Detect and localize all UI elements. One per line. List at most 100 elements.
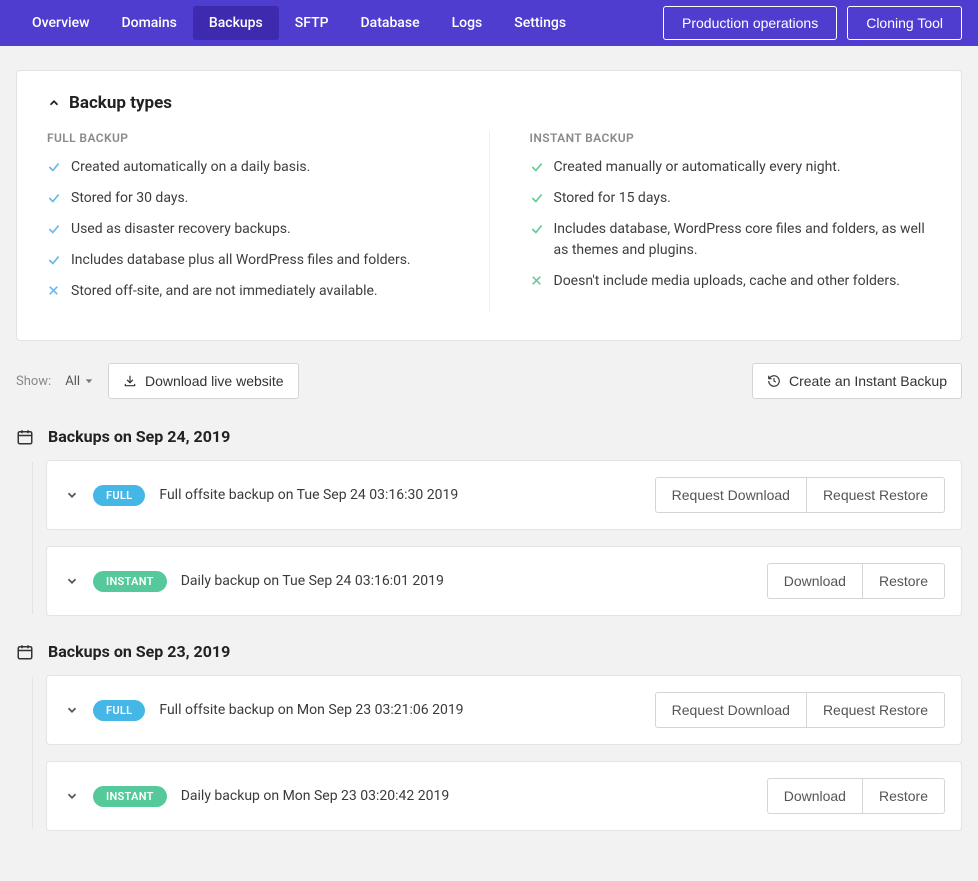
feature-text: Stored for 30 days. (71, 188, 188, 209)
x-icon (47, 284, 61, 302)
check-icon (530, 160, 544, 178)
request-restore-button[interactable]: Request Restore (807, 477, 945, 513)
feature-text: Includes database, WordPress core files … (554, 219, 932, 261)
cloning-tool-button[interactable]: Cloning Tool (847, 6, 962, 40)
request-download-button[interactable]: Request Download (655, 477, 807, 513)
full-backup-feature: Stored off-site, and are not immediately… (47, 281, 449, 302)
backup-type-badge: INSTANT (93, 786, 167, 807)
check-icon (530, 222, 544, 261)
backup-type-badge: INSTANT (93, 571, 167, 592)
full-backup-column: FULL BACKUP Created automatically on a d… (47, 131, 449, 312)
instant-backup-feature: Doesn't include media uploads, cache and… (530, 271, 932, 292)
expand-row-toggle[interactable] (65, 703, 79, 717)
instant-backup-feature: Created manually or automatically every … (530, 157, 932, 178)
backup-description: Full offsite backup on Mon Sep 23 03:21:… (159, 702, 463, 718)
nav-tab-domains[interactable]: Domains (105, 6, 192, 40)
top-nav: Overview Domains Backups SFTP Database L… (0, 0, 978, 46)
calendar-icon (16, 643, 34, 661)
show-filter-value: All (65, 374, 80, 389)
expand-row-toggle[interactable] (65, 789, 79, 803)
backup-actions: Download Restore (767, 778, 945, 814)
download-icon (123, 374, 137, 388)
backup-group-body: FULL Full offsite backup on Tue Sep 24 0… (46, 460, 962, 616)
show-label: Show: (16, 374, 51, 389)
backup-group-head: Backups on Sep 24, 2019 (16, 427, 962, 446)
backup-type-badge: FULL (93, 700, 145, 721)
feature-text: Created automatically on a daily basis. (71, 157, 310, 178)
nav-tab-sftp[interactable]: SFTP (279, 6, 345, 40)
instant-backup-heading: INSTANT BACKUP (530, 131, 932, 145)
backup-group-head: Backups on Sep 23, 2019 (16, 642, 962, 661)
full-backup-heading: FULL BACKUP (47, 131, 449, 145)
request-download-button[interactable]: Request Download (655, 692, 807, 728)
nav-tab-backups[interactable]: Backups (193, 6, 279, 40)
backup-types-columns: FULL BACKUP Created automatically on a d… (47, 131, 931, 312)
backups-toolbar: Show: All Download live website Create a… (16, 363, 962, 399)
full-backup-feature: Stored for 30 days. (47, 188, 449, 209)
backup-group: Backups on Sep 23, 2019 FULL Full offsit… (16, 642, 962, 831)
backup-row: FULL Full offsite backup on Mon Sep 23 0… (46, 675, 962, 745)
restore-button[interactable]: Restore (863, 778, 945, 814)
backup-type-badge: FULL (93, 485, 145, 506)
chevron-down-icon (65, 789, 79, 803)
full-backup-feature: Used as disaster recovery backups. (47, 219, 449, 240)
backup-group: Backups on Sep 24, 2019 FULL Full offsit… (16, 427, 962, 616)
check-icon (47, 160, 61, 178)
expand-row-toggle[interactable] (65, 488, 79, 502)
backup-row: INSTANT Daily backup on Mon Sep 23 03:20… (46, 761, 962, 831)
backup-group-title: Backups on Sep 24, 2019 (48, 427, 230, 446)
backup-description: Daily backup on Tue Sep 24 03:16:01 2019 (181, 573, 444, 589)
nav-tab-settings[interactable]: Settings (498, 6, 582, 40)
chevron-down-icon (65, 488, 79, 502)
backup-actions: Request Download Request Restore (655, 477, 945, 513)
backup-actions: Request Download Request Restore (655, 692, 945, 728)
calendar-icon (16, 428, 34, 446)
download-live-label: Download live website (145, 373, 284, 389)
nav-tabs: Overview Domains Backups SFTP Database L… (16, 6, 582, 40)
download-live-website-button[interactable]: Download live website (108, 363, 299, 399)
check-icon (47, 222, 61, 240)
instant-backup-feature: Includes database, WordPress core files … (530, 219, 932, 261)
nav-tab-logs[interactable]: Logs (436, 6, 499, 40)
chevron-down-icon (65, 703, 79, 717)
feature-text: Created manually or automatically every … (554, 157, 841, 178)
feature-text: Used as disaster recovery backups. (71, 219, 291, 240)
history-icon (767, 374, 781, 388)
expand-row-toggle[interactable] (65, 574, 79, 588)
backup-actions: Download Restore (767, 563, 945, 599)
download-button[interactable]: Download (767, 778, 863, 814)
production-operations-button[interactable]: Production operations (663, 6, 837, 40)
backup-row: FULL Full offsite backup on Tue Sep 24 0… (46, 460, 962, 530)
instant-backup-feature: Stored for 15 days. (530, 188, 932, 209)
backup-types-card: Backup types FULL BACKUP Created automat… (16, 70, 962, 341)
backup-description: Full offsite backup on Tue Sep 24 03:16:… (159, 487, 458, 503)
feature-text: Doesn't include media uploads, cache and… (554, 271, 901, 292)
check-icon (47, 191, 61, 209)
check-icon (47, 253, 61, 271)
instant-backup-column: INSTANT BACKUP Created manually or autom… (489, 131, 932, 312)
nav-tab-database[interactable]: Database (345, 6, 436, 40)
full-backup-feature: Created automatically on a daily basis. (47, 157, 449, 178)
feature-text: Stored off-site, and are not immediately… (71, 281, 378, 302)
create-instant-label: Create an Instant Backup (789, 373, 947, 389)
check-icon (530, 191, 544, 209)
nav-tab-overview[interactable]: Overview (16, 6, 105, 40)
request-restore-button[interactable]: Request Restore (807, 692, 945, 728)
full-backup-feature: Includes database plus all WordPress fil… (47, 250, 449, 271)
backup-group-body: FULL Full offsite backup on Mon Sep 23 0… (46, 675, 962, 831)
restore-button[interactable]: Restore (863, 563, 945, 599)
chevron-up-icon (47, 96, 61, 110)
backup-types-title: Backup types (69, 93, 172, 113)
create-instant-backup-button[interactable]: Create an Instant Backup (752, 363, 962, 399)
backup-group-title: Backups on Sep 23, 2019 (48, 642, 230, 661)
backup-row: INSTANT Daily backup on Tue Sep 24 03:16… (46, 546, 962, 616)
feature-text: Stored for 15 days. (554, 188, 671, 209)
show-filter-dropdown[interactable]: All (65, 374, 94, 389)
backup-types-toggle[interactable]: Backup types (47, 93, 931, 113)
backup-description: Daily backup on Mon Sep 23 03:20:42 2019 (181, 788, 449, 804)
x-icon (530, 274, 544, 292)
caret-down-icon (84, 376, 94, 386)
chevron-down-icon (65, 574, 79, 588)
feature-text: Includes database plus all WordPress fil… (71, 250, 411, 271)
download-button[interactable]: Download (767, 563, 863, 599)
